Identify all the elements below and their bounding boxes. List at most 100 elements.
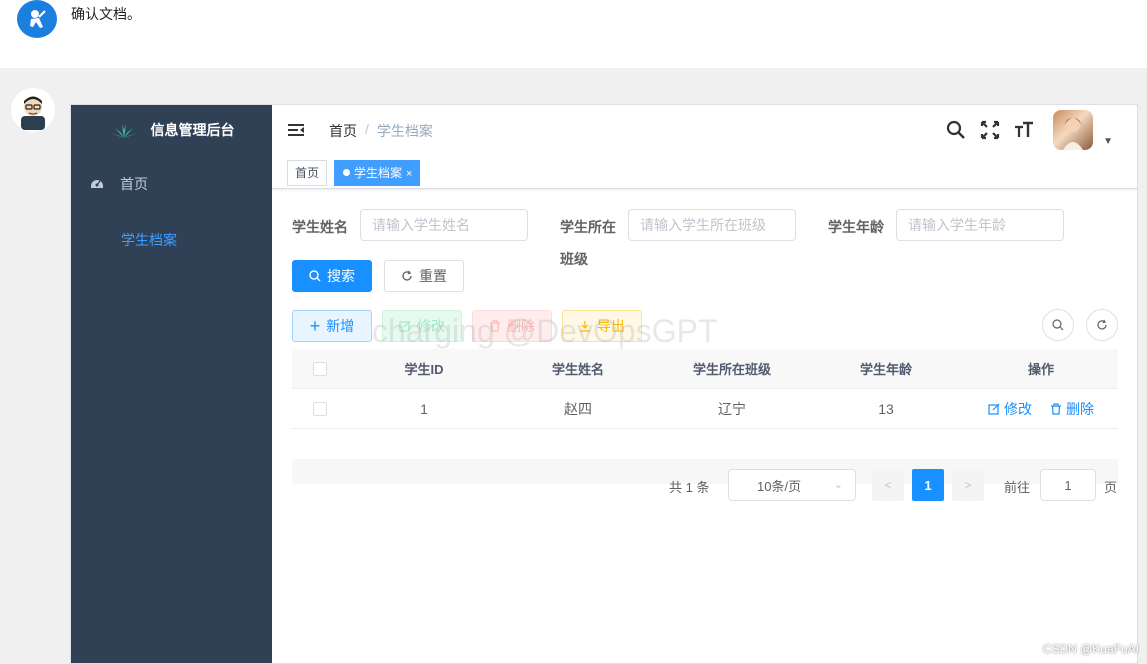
table-row: 1 赵四 辽宁 13 修改 删除 [292,389,1118,429]
column-header-id: 学生ID [404,362,444,377]
name-label: 学生姓名 [292,219,348,235]
navbar: 首页 / 学生档案 ▼ [272,105,1137,155]
chevron-down-icon: ⌄ [833,479,843,491]
export-button-label: 导出 [597,318,625,334]
delete-button[interactable]: 删除 [472,310,552,342]
caret-down-icon[interactable]: ▼ [1103,136,1113,147]
chat-message: 确认文档。 [71,6,141,22]
add-button-label: 新增 [326,318,355,334]
download-icon [580,321,590,332]
edit-button[interactable]: 修改 [382,310,462,342]
user-profile-avatar[interactable] [1053,110,1094,150]
edit-button-label: 修改 [417,318,445,334]
refresh-icon [1097,319,1107,330]
user-avatar [11,88,55,132]
sidebar-item-home[interactable]: 首页 [71,156,272,212]
cell-class: 辽宁 [718,400,746,417]
search-icon [309,270,321,282]
age-label: 学生年龄 [828,219,884,235]
csdn-credit: CSDN @KuaFuAI [1042,642,1139,656]
column-header-class: 学生所在班级 [692,362,771,377]
student-name-input[interactable] [360,209,528,241]
chat-header: 确认文档。 [0,0,1147,68]
refresh-icon [402,270,412,281]
pagination-total: 共 1 条 [669,480,710,495]
breadcrumb: 首页 / 学生档案 [329,121,433,141]
row-edit-link[interactable]: 修改 [988,399,1032,419]
search-button-label: 搜索 [327,268,355,284]
logo-leaf-icon [109,124,138,138]
edit-icon [988,403,1000,415]
class-label-line2: 班级 [560,251,588,267]
column-header-actions: 操作 [1027,362,1054,377]
page-size-select[interactable]: 10条/页 ⌄ [728,469,856,501]
next-page-button[interactable]: > [952,469,984,501]
page-size-value: 10条/页 [757,478,802,494]
trash-icon [490,320,500,332]
main-content: 首页 / 学生档案 ▼ 首页 学生档案 × 学生姓名 请输入学生姓名 学生所在 … [272,105,1137,663]
sidebar-item-label: 首页 [120,176,148,192]
sidebar-logo-title: 信息管理后台 [150,122,235,138]
hamburger-icon[interactable] [287,121,305,142]
cell-actions: 修改 删除 [964,399,1118,419]
goto-page-input[interactable] [1040,469,1096,501]
refresh-table-button[interactable] [1086,309,1118,341]
student-table: 学生ID 学生姓名 学生所在班级 学生年龄 操作 1 赵四 辽宁 13 修改 删… [292,349,1118,429]
navbar-actions: ▼ [939,105,1137,155]
tag-student-archive[interactable]: 学生档案 × [334,160,421,186]
chevron-right-icon: > [964,478,972,492]
breadcrumb-separator: / [365,121,369,137]
row-checkbox[interactable] [313,401,327,416]
row-delete-label: 删除 [1066,400,1094,417]
chevron-left-icon: < [884,478,892,492]
search-button[interactable]: 搜索 [292,260,372,292]
sidebar-logo[interactable]: 信息管理后台 [71,105,272,155]
reset-button-label: 重置 [419,268,447,284]
page-suffix-label: 页 [1104,480,1118,495]
cell-age: 13 [878,400,894,417]
cell-id: 1 [420,400,428,417]
dashboard-icon [90,176,104,193]
delete-button-label: 删除 [507,318,535,334]
select-all-checkbox[interactable] [313,361,327,376]
astronaut-icon [30,10,46,28]
row-checkbox-cell [292,401,348,416]
close-icon[interactable]: × [406,168,412,180]
font-size-icon[interactable] [1007,105,1041,155]
cartoon-user-icon [21,96,45,130]
edit-icon [399,320,411,332]
cell-name: 赵四 [564,400,592,417]
page-number-button[interactable]: 1 [912,469,944,501]
tag-home[interactable]: 首页 [287,160,328,186]
sidebar-item-label: 学生档案 [121,232,177,248]
tags-view: 首页 学生档案 × [272,155,1137,189]
goto-label: 前往 [1004,480,1031,495]
export-button[interactable]: 导出 [562,310,642,342]
breadcrumb-current: 学生档案 [376,123,433,139]
fullscreen-icon[interactable] [973,105,1007,155]
plus-icon: + [309,316,321,336]
tag-label: 学生档案 [354,166,403,180]
student-age-input[interactable] [896,209,1064,241]
add-button[interactable]: + 新增 [292,310,372,342]
sidebar-item-student-archive[interactable]: 学生档案 [71,212,272,268]
column-header-age: 学生年龄 [859,362,912,377]
table-header-row: 学生ID 学生姓名 学生所在班级 学生年龄 操作 [292,349,1118,389]
sidebar: 信息管理后台 首页 学生档案 [71,105,272,663]
student-class-input[interactable] [628,209,796,241]
row-edit-label: 修改 [1004,400,1032,417]
admin-app: 信息管理后台 首页 学生档案 首页 / 学生档案 ▼ 首页 学生档案 × 学生姓… [70,104,1138,664]
reset-button[interactable]: 重置 [384,260,464,292]
bot-avatar [17,0,57,38]
column-header-name: 学生姓名 [551,362,604,377]
search-icon [1052,319,1064,331]
search-icon[interactable] [939,105,973,155]
prev-page-button[interactable]: < [872,469,904,501]
breadcrumb-home[interactable]: 首页 [329,121,357,141]
row-delete-link[interactable]: 删除 [1050,399,1094,419]
trash-icon [1051,402,1061,415]
header-checkbox-cell [292,361,348,376]
toggle-search-button[interactable] [1042,309,1074,341]
class-label-line1: 学生所在 [560,219,616,235]
active-dot-icon [343,169,350,176]
